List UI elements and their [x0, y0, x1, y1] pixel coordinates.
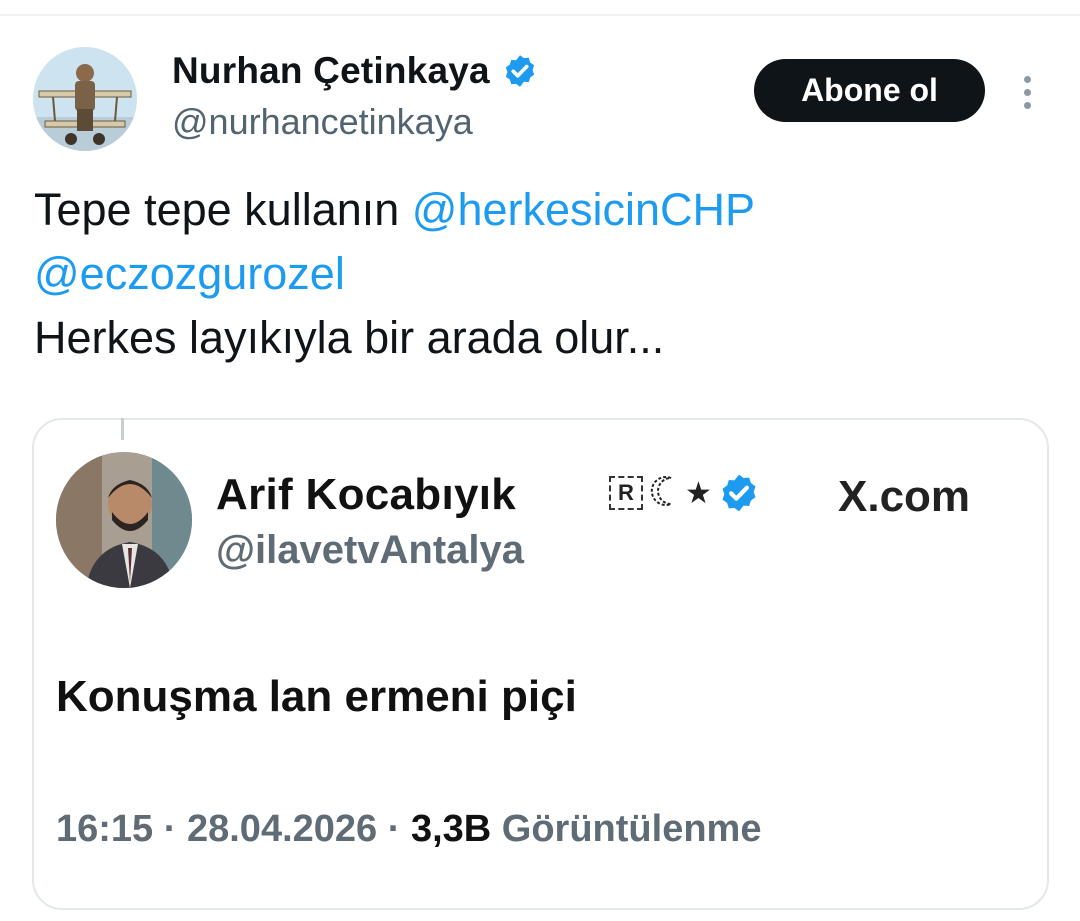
quoted-badges: R ★	[609, 472, 760, 514]
media-tick	[121, 418, 124, 440]
quoted-time: 16:15	[56, 808, 154, 850]
mention-link-eczozgurozel[interactable]: @eczozgurozel	[34, 242, 1044, 306]
author-name-text: Nurhan Çetinkaya	[172, 50, 490, 91]
tweet-text: Tepe tepe kullanın @herkesicinCHP @eczoz…	[34, 178, 1044, 370]
author-handle[interactable]: @nurhancetinkaya	[172, 101, 473, 143]
author-name[interactable]: Nurhan Çetinkaya	[172, 50, 538, 92]
mention-link-herkesicinchp[interactable]: @herkesicinCHP	[412, 184, 755, 235]
site-label: X.com	[838, 472, 971, 521]
follow-button[interactable]: Abone ol	[754, 59, 985, 122]
quoted-date: 28.04.2026	[186, 808, 378, 850]
r-badge-icon: R	[609, 476, 643, 510]
quoted-views-label: Görüntülenme	[491, 808, 762, 850]
more-dot	[1023, 101, 1031, 109]
tweet-text-prefix: Tepe tepe kullanın	[34, 184, 412, 235]
more-dot	[1023, 88, 1031, 96]
quoted-tweet-meta: 16:15 · 28.04.2026 · 3,3B Görüntülenme	[56, 808, 761, 851]
quoted-tweet-text: Konuşma lan ermeni piçi	[56, 672, 577, 721]
star-icon: ★	[685, 476, 712, 510]
quoted-author-handle: @ilavetvAntalya	[216, 528, 525, 572]
more-dot	[1023, 75, 1031, 83]
quoted-views-count: 3,3B	[410, 808, 492, 850]
crescent-icon	[649, 474, 679, 513]
quoted-author-avatar	[56, 452, 192, 588]
tweet-text-line-3: Herkes layıkıyla bir arada olur...	[34, 312, 665, 363]
quoted-author-name: Arif Kocabıyık	[216, 470, 517, 519]
attached-screenshot[interactable]: Arif Kocabıyık @ilavetvAntalya R ★ X.com…	[32, 418, 1049, 910]
tweet: Nurhan Çetinkaya @nurhancetinkaya Abone …	[0, 0, 1080, 921]
verified-badge-icon	[502, 53, 538, 89]
meta-separator: ·	[153, 808, 187, 850]
more-options-icon[interactable]	[1010, 70, 1044, 114]
meta-separator: ·	[377, 808, 411, 850]
author-avatar[interactable]	[33, 47, 137, 151]
tweet-text-line-1: Tepe tepe kullanın @herkesicinCHP	[34, 178, 1044, 242]
quoted-verified-badge-icon	[718, 472, 760, 514]
